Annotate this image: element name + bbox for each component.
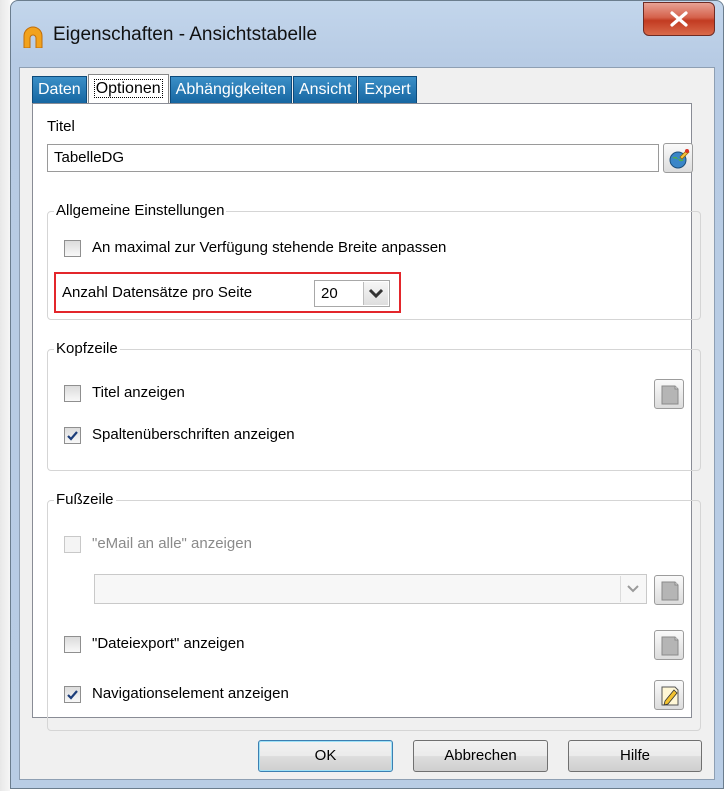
show-title-checkbox[interactable] — [64, 385, 81, 402]
note-icon — [661, 385, 679, 405]
fit-width-checkbox[interactable] — [64, 240, 81, 257]
navigation-element-label: Navigationselement anzeigen — [92, 685, 289, 702]
email-all-label: "eMail an alle" anzeigen — [92, 535, 252, 552]
header-legend: Kopfzeile — [54, 340, 120, 357]
file-export-settings-button[interactable] — [654, 630, 684, 660]
email-recipient-select[interactable] — [94, 574, 647, 604]
navigation-element-settings-button[interactable] — [654, 680, 684, 710]
dialog-client-area: Daten Optionen Abhängigkeiten Ansicht Ex… — [19, 67, 715, 780]
background-strip — [0, 0, 10, 791]
tab-label: Optionen — [93, 79, 163, 98]
properties-dialog: Eigenschaften - Ansichtstabelle Daten Op… — [10, 0, 724, 789]
dropdown-button[interactable] — [620, 576, 645, 602]
app-icon — [21, 26, 45, 49]
cancel-button[interactable]: Abbrechen — [413, 740, 548, 772]
tab-optionen[interactable]: Optionen — [87, 74, 169, 104]
checkmark-icon — [67, 690, 78, 700]
globe-edit-icon — [669, 149, 690, 169]
titel-label: Titel — [47, 118, 75, 135]
close-icon — [670, 11, 688, 27]
note-icon — [661, 581, 679, 601]
tab-label: Daten — [38, 81, 81, 98]
tab-strip: Daten Optionen Abhängigkeiten Ansicht Ex… — [32, 74, 418, 104]
tab-label: Ansicht — [298, 81, 352, 98]
checkmark-icon — [67, 431, 78, 441]
fit-width-label: An maximal zur Verfügung stehende Breite… — [92, 239, 447, 256]
tab-abhaengigkeiten[interactable]: Abhängigkeiten — [169, 76, 292, 104]
tab-label: Expert — [364, 81, 411, 98]
navigation-element-checkbox[interactable] — [64, 686, 81, 703]
file-export-checkbox[interactable] — [64, 636, 81, 653]
file-export-label: "Dateiexport" anzeigen — [92, 635, 245, 652]
titel-input[interactable]: TabelleDG — [47, 144, 659, 172]
show-title-settings-button[interactable] — [654, 379, 684, 409]
note-edit-icon — [661, 686, 679, 706]
options-panel: Titel TabelleDG Allgemeine Einstellungen… — [32, 103, 701, 731]
help-button[interactable]: Hilfe — [568, 740, 702, 772]
email-settings-button[interactable] — [654, 575, 684, 605]
general-settings-legend: Allgemeine Einstellungen — [54, 202, 227, 219]
close-button[interactable] — [643, 2, 715, 36]
note-icon — [661, 636, 679, 656]
ok-button[interactable]: OK — [258, 740, 393, 772]
footer-legend: Fußzeile — [54, 491, 116, 508]
show-column-headers-checkbox[interactable] — [64, 427, 81, 444]
tab-label: Abhängigkeiten — [175, 81, 286, 98]
show-title-label: Titel anzeigen — [92, 384, 185, 401]
email-all-checkbox[interactable] — [64, 536, 81, 553]
tab-ansicht[interactable]: Ansicht — [292, 76, 358, 104]
header-group: Kopfzeile Titel anzeigen Spaltenüberschr… — [47, 340, 701, 471]
footer-group: Fußzeile "eMail an alle" anzeigen "Datei… — [47, 491, 701, 731]
title-language-button[interactable] — [663, 143, 693, 173]
highlight-box — [54, 272, 401, 313]
title-bar[interactable]: Eigenschaften - Ansichtstabelle — [11, 1, 723, 67]
tab-daten[interactable]: Daten — [32, 76, 87, 104]
show-column-headers-label: Spaltenüberschriften anzeigen — [92, 426, 295, 443]
chevron-down-icon — [627, 585, 639, 593]
tab-expert[interactable]: Expert — [358, 76, 417, 104]
window-title: Eigenschaften - Ansichtstabelle — [53, 24, 318, 45]
general-settings-group: Allgemeine Einstellungen An maximal zur … — [47, 202, 701, 320]
